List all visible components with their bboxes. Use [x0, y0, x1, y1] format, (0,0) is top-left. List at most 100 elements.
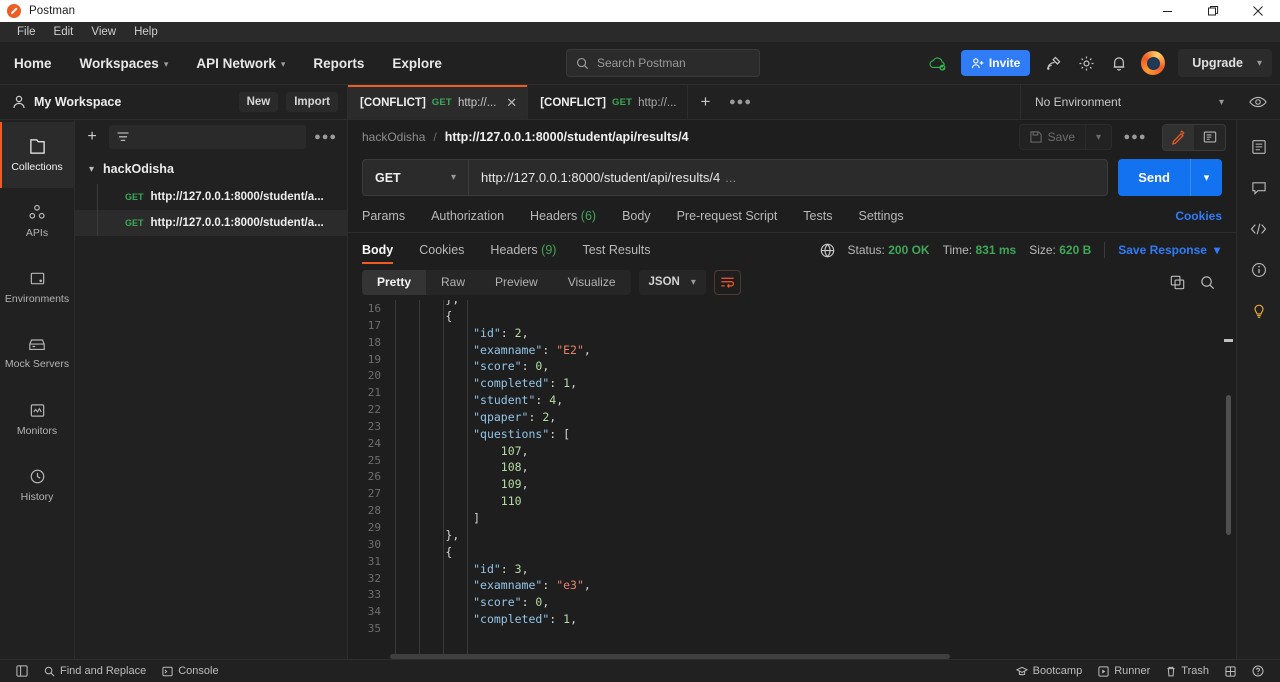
globe-icon[interactable] — [820, 242, 835, 258]
menu-help[interactable]: Help — [125, 22, 167, 42]
search-icon — [576, 57, 589, 70]
sidebar-item-environments[interactable]: Environments — [0, 254, 74, 320]
url-input[interactable]: http://127.0.0.1:8000/student/api/result… — [469, 160, 1107, 195]
environment-selector[interactable]: No Environment ▾ — [1021, 95, 1236, 109]
view-mode-preview[interactable]: Preview — [480, 270, 553, 295]
nav-home[interactable]: Home — [0, 42, 66, 85]
code-content[interactable]: }, { "id": 2, "examname": "E2", "score":… — [390, 300, 1236, 659]
line-number: 22 — [367, 403, 381, 417]
method-label: GET — [375, 170, 401, 185]
save-response-button[interactable]: Save Response ▾ — [1118, 243, 1222, 257]
avatar[interactable] — [1141, 51, 1166, 75]
response-tab-body[interactable]: Body — [362, 243, 406, 264]
response-tab-headers[interactable]: Headers (9) — [477, 243, 569, 264]
search-icon[interactable] — [1192, 270, 1222, 295]
minimize-icon[interactable] — [1145, 0, 1190, 22]
view-mode-visualize[interactable]: Visualize — [553, 270, 631, 295]
close-icon[interactable]: ✕ — [506, 95, 517, 111]
code-vertical-scrollbar[interactable] — [1226, 395, 1231, 535]
response-body-code[interactable]: 16 17 18 19 20 21 22 23 24 25 26 27 28 29 30 31 32 33 34 35… — [348, 300, 1236, 659]
tab-body[interactable]: Body — [609, 200, 664, 233]
save-button[interactable]: Save — [1020, 130, 1085, 144]
code-horizontal-scrollbar[interactable] — [390, 654, 950, 659]
collection-folder-hackodisha[interactable]: ▾ hackOdisha — [75, 154, 347, 184]
satellite-icon[interactable] — [1038, 48, 1068, 78]
add-collection-button[interactable]: + — [83, 128, 101, 146]
sidebar-item-mock-servers-label: Mock Servers — [4, 357, 70, 370]
eye-icon[interactable] — [1236, 96, 1280, 108]
import-button[interactable]: Import — [286, 92, 338, 112]
sidebar-item-mock-servers[interactable]: Mock Servers — [0, 320, 74, 386]
breadcrumb-collection[interactable]: hackOdisha — [362, 130, 425, 144]
nav-api-network[interactable]: API Network ▾ — [182, 42, 299, 85]
layout-toggle-button[interactable] — [1217, 665, 1244, 677]
search-input[interactable]: Search Postman — [565, 49, 760, 77]
word-wrap-icon[interactable] — [713, 269, 741, 295]
comments-icon[interactable] — [1237, 167, 1280, 208]
bell-icon[interactable] — [1104, 48, 1134, 78]
response-tab-cookies[interactable]: Cookies — [406, 243, 477, 264]
bootcamp-button[interactable]: Bootcamp — [1008, 665, 1091, 677]
sidebar-item-history[interactable]: History — [0, 452, 74, 518]
documentation-icon[interactable] — [1237, 126, 1280, 167]
collection-request-1-method: GET — [125, 192, 144, 202]
new-button[interactable]: New — [238, 92, 279, 112]
menu-view[interactable]: View — [82, 22, 125, 42]
nav-explore[interactable]: Explore — [378, 42, 456, 85]
sidebar-item-apis-label: APIs — [25, 226, 49, 239]
documentation-view-icon[interactable] — [1194, 125, 1225, 150]
tab-pre-request-script[interactable]: Pre-request Script — [664, 200, 791, 233]
new-tab-button[interactable]: + — [688, 85, 724, 119]
sidebar-toggle-icon[interactable] — [8, 665, 36, 677]
tab-tests[interactable]: Tests — [790, 200, 845, 233]
view-mode-pretty[interactable]: Pretty — [362, 269, 427, 295]
nav-reports[interactable]: Reports — [299, 42, 378, 85]
view-mode-raw[interactable]: Raw — [426, 270, 480, 295]
invite-button[interactable]: Invite — [960, 50, 1031, 76]
console-button[interactable]: Console — [154, 665, 226, 677]
code-line: "score": 0, — [390, 358, 1236, 375]
tab-authorization[interactable]: Authorization — [418, 200, 517, 233]
chevron-down-icon[interactable]: ▾ — [89, 164, 94, 175]
edit-pencil-icon[interactable] — [1163, 124, 1194, 150]
format-selector[interactable]: JSON ▾ — [638, 269, 706, 295]
collection-request-2-url: http://127.0.0.1:8000/student/a... — [150, 217, 324, 229]
copy-icon[interactable] — [1162, 270, 1192, 295]
sidebar-item-monitors[interactable]: Monitors — [0, 386, 74, 452]
tab-options-icon[interactable]: ●●● — [724, 85, 758, 119]
sidebar-item-collections[interactable]: Collections — [0, 122, 74, 188]
method-selector[interactable]: GET ▾ — [363, 160, 469, 195]
gear-icon[interactable] — [1071, 48, 1101, 78]
send-dropdown-icon[interactable]: ▾ — [1190, 159, 1222, 196]
request-more-icon[interactable]: ●●● — [1120, 131, 1150, 143]
tab-params[interactable]: Params — [362, 200, 418, 233]
info-icon[interactable] — [1237, 249, 1280, 290]
collection-request-2[interactable]: GET http://127.0.0.1:8000/student/a... — [75, 210, 347, 236]
collections-filter-input[interactable] — [109, 125, 307, 149]
code-snippet-icon[interactable] — [1237, 208, 1280, 249]
send-button[interactable]: Send — [1118, 159, 1190, 196]
tab-settings[interactable]: Settings — [845, 200, 916, 233]
request-tab-1[interactable]: [CONFLICT] GET http://... ✕ — [348, 85, 529, 119]
upgrade-button[interactable]: Upgrade ▾ — [1178, 49, 1272, 77]
bulb-icon[interactable] — [1237, 290, 1280, 331]
close-icon[interactable] — [1235, 0, 1280, 22]
collections-more-icon[interactable]: ●●● — [314, 131, 337, 143]
save-dropdown-icon[interactable]: ▾ — [1085, 125, 1111, 149]
cookies-link[interactable]: Cookies — [1175, 209, 1222, 223]
tab-headers[interactable]: Headers (6) — [517, 200, 609, 233]
trash-button[interactable]: Trash — [1158, 665, 1217, 677]
request-tab-2[interactable]: [CONFLICT] GET http://... — [528, 85, 688, 119]
menu-file[interactable]: File — [8, 22, 45, 42]
nav-workspaces[interactable]: Workspaces ▾ — [66, 42, 183, 85]
response-tab-test-results[interactable]: Test Results — [569, 243, 663, 264]
menu-edit[interactable]: Edit — [45, 22, 83, 42]
cloud-sync-icon[interactable] — [923, 48, 953, 78]
help-button[interactable] — [1244, 665, 1272, 677]
collection-request-1[interactable]: GET http://127.0.0.1:8000/student/a... — [75, 184, 347, 210]
sidebar-item-apis[interactable]: APIs — [0, 188, 74, 254]
maximize-icon[interactable] — [1190, 0, 1235, 22]
code-line: "qpaper": 2, — [390, 409, 1236, 426]
runner-button[interactable]: Runner — [1090, 665, 1158, 677]
find-and-replace-button[interactable]: Find and Replace — [36, 665, 154, 677]
